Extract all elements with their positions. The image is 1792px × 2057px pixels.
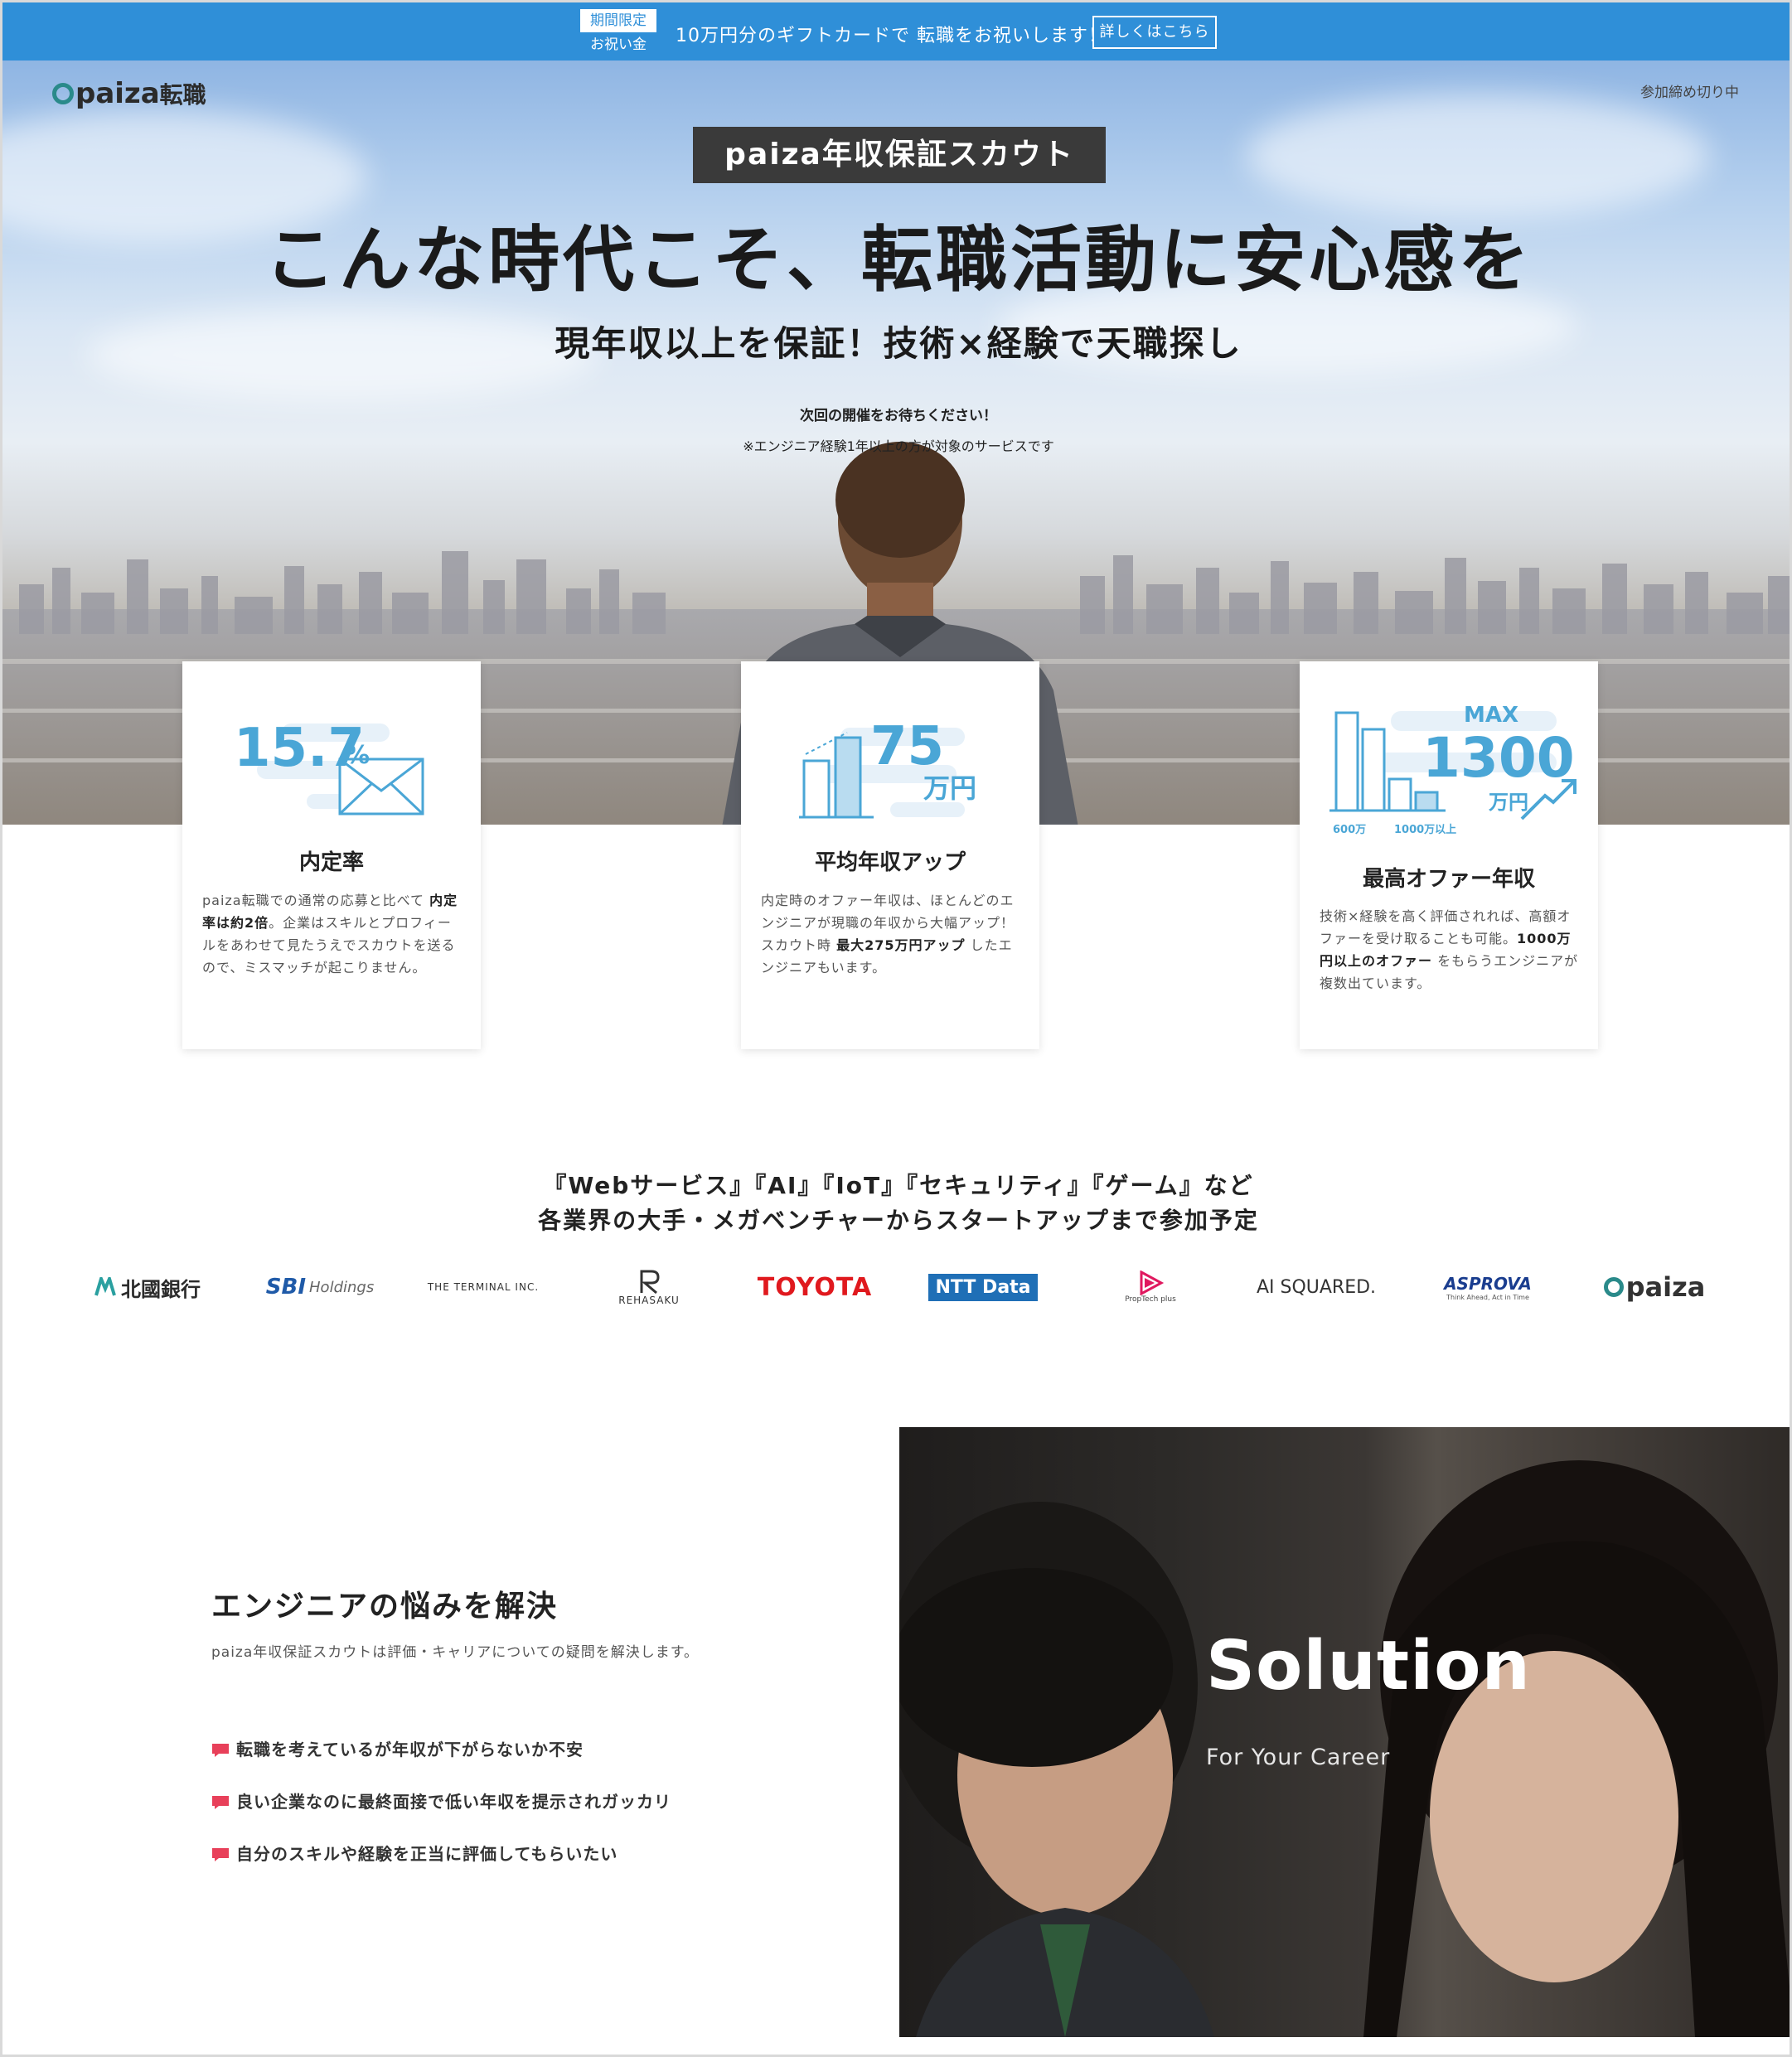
promo-badge-bottom: お祝い金 — [590, 36, 647, 53]
hero-subtitle: 現年収以上を保証！技術×経験で天職探し — [555, 323, 1242, 364]
pain-point-item: 転職を考えているが年収が下がらないか不安 — [211, 1736, 584, 1760]
pain-point-text: 良い企業なのに最終面接で低い年収を提示されガッカリ — [236, 1792, 671, 1812]
stat-card-salary-increase: 75 万円 平均年収アップ 内定時のオファー年収は、ほとんどのエンジニアが現職の… — [741, 661, 1039, 1049]
company-sub: Think Ahead, Act in Time — [1446, 1293, 1529, 1301]
company-logo-aisquared: AI SQUARED. — [1256, 1276, 1377, 1298]
company-name: NTT Data — [928, 1273, 1038, 1301]
company-name: paiza — [1625, 1271, 1706, 1303]
entry-status-label: 参加締め切り中 — [1640, 85, 1739, 101]
axis-label-1000: 1000万以上 — [1394, 824, 1457, 836]
cloud-decoration — [1246, 94, 1710, 218]
proptech-play-icon — [1140, 1270, 1165, 1295]
hero-note: 次回の開催をお待ちください！ — [800, 408, 997, 424]
company-logo-rehasaku: REHASAKU — [599, 1262, 699, 1312]
engineers-photo-image — [899, 1460, 1790, 2037]
pain-point-item: 良い企業なのに最終面接で低い年収を提示されガッカリ — [211, 1788, 671, 1813]
hero-eligibility-note: ※エンジニア経験1年以上の方が対象のサービスです — [743, 438, 1054, 454]
solution-subheading: paiza年収保証スカウトは評価・キャリアについての疑問を解決します。 — [211, 1644, 700, 1661]
company-name: 北國銀行 — [121, 1277, 201, 1301]
company-logo-asprova: ASPROVA Think Ahead, Act in Time — [1430, 1262, 1546, 1312]
paiza-logo-icon — [52, 83, 74, 104]
company-name: REHASAKU — [618, 1295, 680, 1306]
company-name: PropTech plus — [1125, 1295, 1176, 1304]
engineers-photo — [899, 1427, 1790, 2037]
promo-badge: 期間限定 お祝い金 — [580, 9, 656, 57]
paiza-logo-icon — [1603, 1277, 1624, 1297]
speech-bubble-icon — [212, 1796, 229, 1809]
axis-label-600: 600万 — [1333, 824, 1367, 836]
promo-bar: 期間限定 お祝い金 10万円分のギフトカードで 転職をお祝いします！ 詳しくはこ… — [2, 2, 1790, 60]
card-title: 内定率 — [298, 850, 364, 875]
card-description: 技術×経験を高く評価されれば、高額オファーを受け取ることも可能。1000万円以上… — [1320, 905, 1580, 995]
salary-increase-unit: 万円 — [923, 772, 977, 804]
pain-point-item: 自分のスキルや経験を正当に評価してもらいたい — [211, 1841, 618, 1865]
max-label: MAX — [1464, 703, 1519, 728]
promo-details-button[interactable]: 詳しくはこちら — [1092, 16, 1217, 49]
company-logo-toyota: TOYOTA — [757, 1272, 873, 1302]
paiza-logo[interactable]: paiza転職 — [52, 77, 206, 110]
company-logo-hokkoku: 北國銀行 — [85, 1262, 210, 1312]
company-name: ASPROVA — [1444, 1273, 1532, 1294]
speech-bubble-icon — [212, 1744, 229, 1757]
stat-card-offer-rate: 15.7 % 内定率 paiza転職での通常の応募と比べて 内定率は約2倍。企業… — [182, 661, 481, 1049]
company-logo-proptech: PropTech plus — [1105, 1262, 1196, 1312]
logo-text: paiza — [75, 77, 160, 110]
card-title: 平均年収アップ — [814, 850, 966, 875]
speech-bubble-icon — [212, 1848, 229, 1861]
promo-text: 10万円分のギフトカードで 転職をお祝いします！ — [676, 26, 1107, 46]
logo-sub-text: 転職 — [159, 81, 206, 109]
card-description: paiza転職での通常の応募と比べて 内定率は約2倍。企業はスキルとプロフィール… — [202, 889, 463, 979]
offer-rate-unit: % — [345, 741, 371, 770]
company-logo-sbi: SBI Holdings — [258, 1262, 382, 1312]
promo-badge-top: 期間限定 — [580, 9, 656, 32]
pain-point-text: 自分のスキルや経験を正当に評価してもらいたい — [236, 1844, 618, 1864]
max-offer-value: 1300 — [1422, 726, 1575, 790]
hokkoku-mark-icon — [94, 1277, 116, 1296]
company-logo-paiza: paiza — [1592, 1262, 1717, 1312]
card-title: 最高オファー年収 — [1362, 867, 1535, 892]
rehasaku-mark-icon — [640, 1270, 660, 1295]
card-highlight: 最大275万円アップ — [836, 937, 966, 953]
max-offer-unit: 万円 — [1489, 791, 1528, 814]
company-name: SBI — [265, 1275, 307, 1300]
service-tag: paiza年収保証スカウト — [693, 127, 1106, 183]
company-sub: Holdings — [309, 1278, 375, 1296]
pain-point-text: 転職を考えているが年収が下がらないか不安 — [236, 1740, 584, 1759]
stat-card-max-offer: MAX 1300 万円 600万 1000万以上 最高オファー年収 技術×経験を… — [1300, 661, 1598, 1049]
card-text: paiza転職での通常の応募と比べて — [202, 893, 430, 908]
solution-heading: エンジニアの悩みを解決 — [211, 1590, 559, 1624]
hero-title: こんな時代こそ、転職活動に安心感を — [264, 219, 1533, 302]
solution-photo-title: Solution — [1206, 1627, 1531, 1706]
industries-subheading: 各業界の大手・メガベンチャーからスタートアップまで参加予定 — [538, 1207, 1259, 1234]
industries-heading: 『Webサービス』『AI』『IoT』『セキュリティ』『ゲーム』など — [543, 1172, 1254, 1199]
solution-photo-caption: For Your Career — [1206, 1745, 1391, 1770]
company-logo-nttdata: NTT Data — [928, 1262, 1038, 1312]
card-description: 内定時のオファー年収は、ほとんどのエンジニアが現職の年収から大幅アップ！スカウト… — [761, 889, 1021, 979]
page: 期間限定 お祝い金 10万円分のギフトカードで 転職をお祝いします！ 詳しくはこ… — [0, 0, 1792, 2057]
company-logo-row: 北國銀行 SBI Holdings THE TERMINAL INC. REHA… — [2, 1254, 1790, 1320]
company-logo-terminal: THE TERMINAL INC. — [427, 1281, 540, 1293]
